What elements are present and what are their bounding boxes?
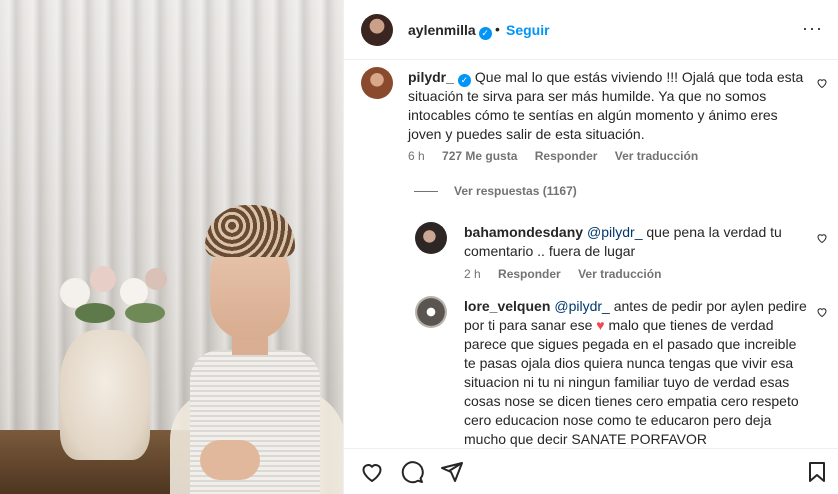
heart-icon[interactable] (360, 460, 384, 484)
verified-badge-icon: ✓ (457, 74, 471, 87)
reply-avatar[interactable] (415, 296, 447, 328)
turban (205, 205, 295, 257)
hands (200, 440, 260, 480)
person (170, 205, 343, 494)
comment-likes[interactable]: 727 Me gusta (442, 149, 517, 163)
reply-heart-icon[interactable] (816, 232, 828, 244)
follow-button[interactable]: Seguir (506, 22, 550, 38)
comment-body: pilydr_ ✓ Que mal lo que estás viviendo !!… (408, 68, 808, 144)
reply-mention[interactable]: @pilydr_ (587, 224, 642, 240)
bookmark-icon[interactable] (805, 460, 829, 484)
reply-mention[interactable]: @pilydr_ (554, 298, 609, 314)
reply-text-continued: malo que tienes de verdad parece que sig… (464, 317, 799, 447)
reply-username[interactable]: lore_velquen (464, 298, 550, 314)
commenter-username[interactable]: pilydr_ (408, 69, 454, 85)
separator-dot: • (495, 21, 500, 37)
author-username[interactable]: aylenmilla ✓ (408, 22, 492, 40)
comment-heart-icon[interactable] (816, 77, 828, 89)
share-icon[interactable] (440, 460, 464, 484)
reply-time: 2 h (464, 267, 481, 281)
post-header: aylenmilla ✓ • Seguir ··· (344, 0, 838, 60)
reply-heart-icon[interactable] (816, 306, 828, 318)
action-bar (344, 448, 838, 494)
reply-button[interactable]: Responder (535, 149, 598, 163)
comment-meta: 6 h 727 Me gusta Responder Ver traducció… (408, 149, 712, 163)
commenter-avatar[interactable] (361, 67, 393, 99)
verified-badge-icon: ✓ (478, 27, 492, 40)
author-avatar[interactable] (361, 14, 393, 46)
reply-avatar[interactable] (415, 222, 447, 254)
red-heart-emoji-icon: ♥ (596, 317, 605, 333)
reply-body: lore_velquen @pilydr_ antes de pedir por … (464, 297, 809, 449)
more-options-icon[interactable]: ··· (802, 18, 823, 39)
reply-body: bahamondesdany @pilydr_ que pena la verda… (464, 223, 809, 261)
reply-username[interactable]: bahamondesdany (464, 224, 583, 240)
reply-meta: 2 h Responder Ver traducción (464, 267, 675, 281)
flower-bouquet (50, 258, 190, 358)
comment-icon[interactable] (400, 460, 424, 484)
replies-line (414, 191, 438, 193)
view-replies-button[interactable]: Ver respuestas (1167) (414, 184, 577, 198)
comment-time: 6 h (408, 149, 425, 163)
translate-button[interactable]: Ver traducción (578, 267, 661, 281)
reply-button[interactable]: Responder (498, 267, 561, 281)
post-media[interactable] (0, 0, 343, 494)
translate-button[interactable]: Ver traducción (615, 149, 698, 163)
post-panel: aylenmilla ✓ • Seguir ··· pilydr_ ✓ Que mal… (343, 0, 838, 494)
